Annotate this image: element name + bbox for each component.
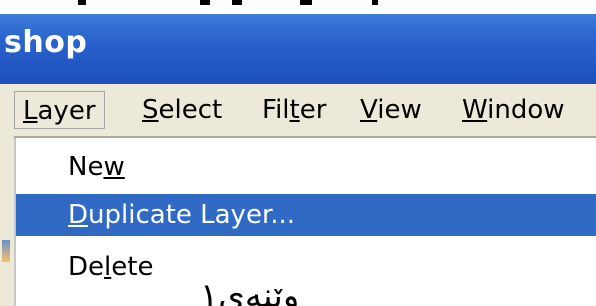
cropped-text-strip [0,0,596,14]
partial-layer-icon [2,240,10,262]
cropped-glyph [200,0,210,5]
menu-filter[interactable]: Filter [254,91,334,129]
menu-view[interactable]: View [352,91,430,129]
menu-item-delete[interactable]: Delete [16,246,596,288]
figure-caption: وێنەی١ [200,276,300,306]
menu-border [14,136,596,138]
title-bar[interactable]: shop [0,14,596,84]
cropped-glyph [78,0,86,5]
window-title: shop [4,25,88,60]
menu-window[interactable]: Window [454,91,573,129]
cropped-glyph [300,0,312,5]
screenshot-stage: shop Layer Select Filter View Window New… [0,0,596,306]
menu-select[interactable]: Select [134,91,230,129]
menu-item-new[interactable]: New [16,146,596,188]
menu-item-duplicate-layer[interactable]: Duplicate Layer... [16,194,596,236]
menu-layer[interactable]: Layer [14,91,105,129]
menu-bar: Layer Select Filter View Window [0,84,596,136]
cropped-glyph [232,0,242,5]
cropped-glyph [372,0,378,5]
menu-gutter [0,136,14,306]
